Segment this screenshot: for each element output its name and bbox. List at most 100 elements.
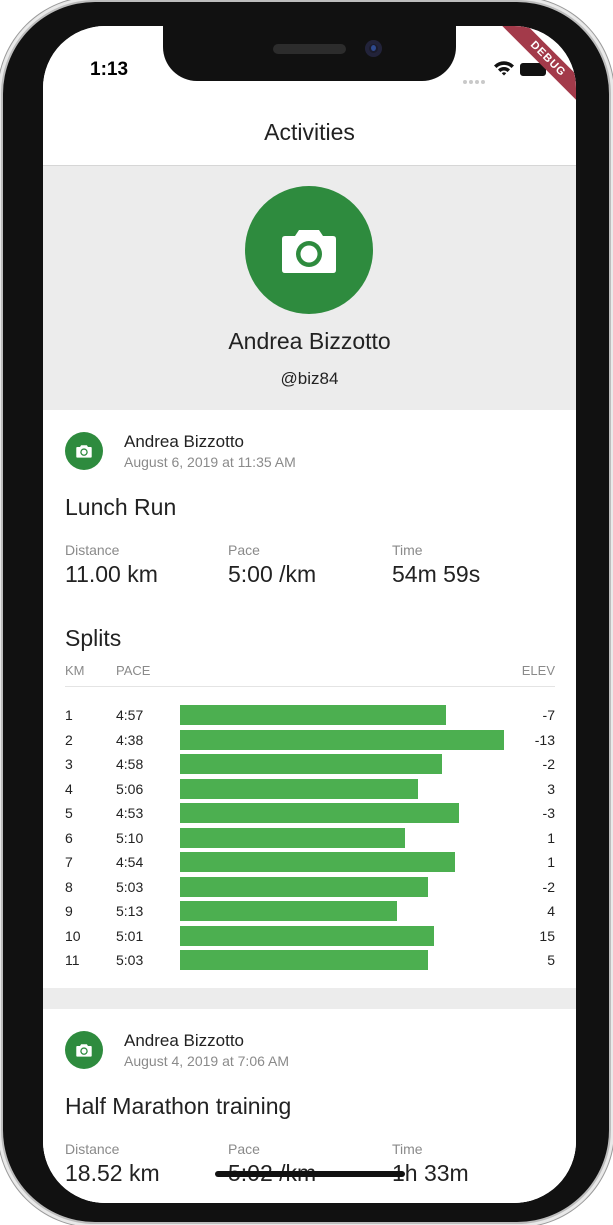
split-pace: 5:03 [116, 952, 144, 968]
camera-icon [76, 445, 92, 458]
time-stat: Time 54m 59s [392, 542, 480, 588]
activity-date: August 6, 2019 at 11:35 AM [124, 454, 296, 470]
time-label: Time [392, 542, 423, 558]
distance-value: 11.00 km [65, 561, 158, 587]
split-km: 11 [65, 952, 80, 968]
front-camera [365, 40, 382, 57]
split-pace: 5:10 [116, 829, 144, 846]
profile-avatar[interactable] [245, 186, 373, 314]
split-row: 10 5:01 15 [65, 924, 555, 948]
split-elevation: -2 [542, 756, 555, 772]
split-pace-bar [180, 852, 455, 872]
split-km: 8 [65, 878, 73, 895]
split-row: 2 4:38 -13 [65, 728, 555, 752]
split-km: 9 [65, 903, 73, 919]
notch [163, 26, 456, 81]
earpiece-speaker [273, 44, 346, 54]
split-pace-bar [180, 705, 446, 725]
split-km: 3 [65, 756, 73, 772]
home-indicator[interactable] [215, 1171, 405, 1177]
split-pace-bar [180, 876, 428, 897]
split-pace: 4:53 [116, 805, 144, 821]
split-km: 10 [65, 927, 81, 944]
split-pace: 5:13 [116, 903, 144, 919]
activity-user-name: Andrea Bizzotto [124, 1031, 245, 1050]
split-pace: 5:03 [116, 878, 144, 895]
split-km: 4 [65, 780, 73, 797]
activity-title: Half Marathon training [65, 1093, 292, 1119]
split-km: 6 [65, 829, 73, 846]
pace-label: Pace [228, 542, 260, 558]
split-pace-bar [180, 901, 397, 921]
profile-name: Andrea Bizzotto [228, 328, 391, 354]
user-avatar [65, 1031, 103, 1069]
distance-value: 18.52 km [65, 1160, 160, 1186]
split-row: 7 4:54 1 [65, 850, 555, 874]
split-pace: 4:38 [116, 731, 144, 748]
user-avatar [65, 432, 103, 470]
split-pace-bar [180, 778, 418, 799]
app-bar: Activities [43, 106, 576, 166]
split-elevation: 3 [547, 780, 555, 797]
split-row: 5 4:53 -3 [65, 801, 555, 825]
split-row: 9 5:13 4 [65, 899, 555, 923]
split-pace: 4:57 [116, 707, 144, 723]
split-pace: 5:06 [116, 780, 144, 797]
activity-date: August 4, 2019 at 7:06 AM [124, 1053, 290, 1069]
pace-stat: Pace 5:00 /km [228, 542, 316, 588]
time-label: Time [392, 1141, 423, 1157]
activity-title: Lunch Run [65, 494, 177, 520]
profile-handle: @biz84 [280, 369, 339, 388]
split-km: 2 [65, 731, 73, 748]
distance-label: Distance [65, 1141, 120, 1157]
split-pace: 4:58 [116, 756, 144, 772]
split-row: 11 5:03 5 [65, 948, 555, 972]
page-title: Activities [264, 119, 355, 145]
status-time: 1:13 [90, 59, 129, 80]
split-elevation: 4 [547, 903, 555, 919]
pace-column-header: PACE [116, 663, 151, 678]
split-elevation: -3 [542, 805, 555, 821]
split-km: 7 [65, 854, 73, 870]
split-row: 6 5:10 1 [65, 826, 555, 850]
activity-card[interactable]: Andrea Bizzotto August 6, 2019 at 11:35 … [43, 410, 576, 988]
split-row: 4 5:06 3 [65, 777, 555, 801]
split-pace-bar [180, 950, 428, 970]
split-pace-bar [180, 754, 442, 774]
phone-screen: 1:13 DEBUG Activities Andrea Bizzotto @b… [43, 26, 576, 1203]
km-column-header: KM [65, 663, 85, 678]
activity-user-name: Andrea Bizzotto [124, 432, 245, 451]
time-stat: Time 1h 33m [392, 1141, 469, 1187]
distance-label: Distance [65, 542, 120, 558]
cellular-signal-icon [463, 71, 487, 89]
split-elevation: 15 [539, 927, 555, 944]
split-row: 1 4:57 -7 [65, 703, 555, 727]
split-elevation: 1 [547, 829, 555, 846]
split-elevation: -2 [542, 878, 555, 895]
split-pace: 4:54 [116, 854, 144, 870]
split-elevation: 5 [547, 952, 555, 968]
distance-stat: Distance 11.00 km [65, 542, 158, 588]
split-elevation: -13 [534, 731, 555, 748]
split-pace-bar [180, 827, 405, 848]
pace-value: 5:00 /km [228, 561, 317, 587]
split-row: 8 5:03 -2 [65, 875, 555, 899]
split-pace-bar [180, 729, 504, 750]
activities-list[interactable]: Andrea Bizzotto @biz84 Andrea Bizzotto A… [43, 166, 576, 1203]
pace-stat: Pace 5:02 /km [228, 1141, 316, 1187]
distance-stat: Distance 18.52 km [65, 1141, 160, 1187]
split-elevation: 1 [547, 854, 555, 870]
splits-header: KM PACE ELEV [65, 663, 555, 687]
split-pace-bar [180, 803, 459, 823]
split-km: 5 [65, 805, 73, 821]
split-km: 1 [65, 707, 73, 723]
card-separator [43, 988, 576, 1009]
split-row: 3 4:58 -2 [65, 752, 555, 776]
split-pace: 5:01 [116, 927, 144, 944]
phone-frame: 1:13 DEBUG Activities Andrea Bizzotto @b… [3, 2, 609, 1222]
elev-column-header: ELEV [521, 663, 555, 678]
pace-label: Pace [228, 1141, 260, 1157]
split-pace-bar [180, 925, 434, 946]
camera-icon [282, 230, 336, 273]
profile-header: Andrea Bizzotto @biz84 [43, 166, 576, 410]
